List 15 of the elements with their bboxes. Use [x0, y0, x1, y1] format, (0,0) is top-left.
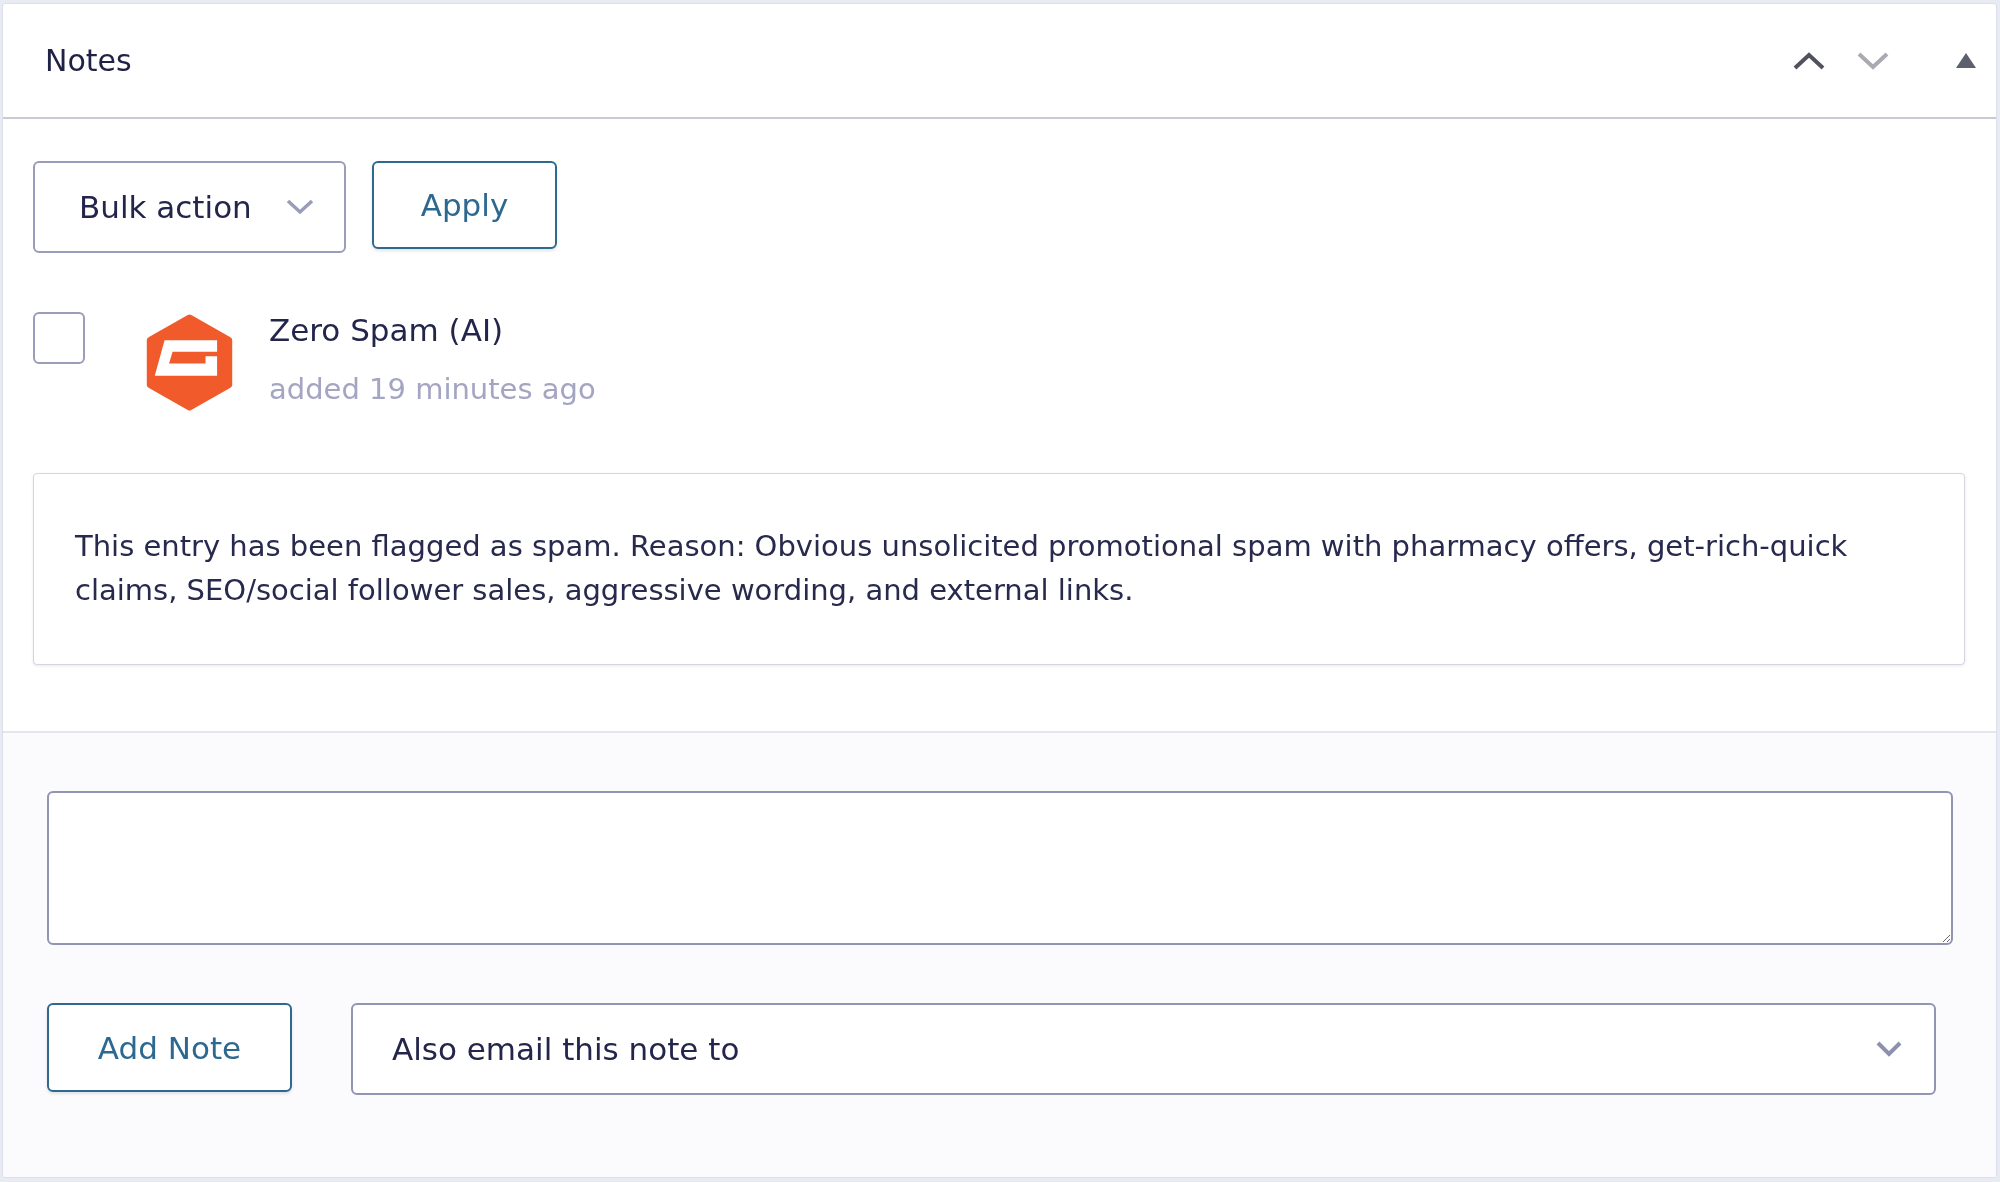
panel-title: Notes — [45, 43, 133, 78]
note-text: This entry has been flagged as spam. Reason: Obvious unsolicited promotional spam with pharmacy offers, get-rich-quick claims, SEO/social follower sales, aggressive wording, and external links. — [75, 528, 1849, 609]
add-note-button[interactable]: Add Note — [47, 1003, 292, 1092]
hexagon-logo-icon — [145, 314, 234, 411]
email-recipient-select[interactable]: Also email this note to — [351, 1003, 1936, 1095]
apply-button[interactable]: Apply — [372, 161, 557, 249]
note-input[interactable] — [47, 791, 1953, 945]
triangle-up-icon[interactable] — [1956, 53, 1976, 68]
note-author: Zero Spam (AI) — [269, 311, 505, 349]
bulk-action-select[interactable]: Bulk action — [33, 161, 346, 253]
chevron-up-icon[interactable] — [1792, 50, 1826, 71]
note-timestamp: added 19 minutes ago — [269, 371, 596, 408]
checkbox[interactable] — [33, 312, 85, 364]
chevron-down-icon — [286, 199, 314, 215]
chevron-down-icon — [1876, 1041, 1902, 1057]
